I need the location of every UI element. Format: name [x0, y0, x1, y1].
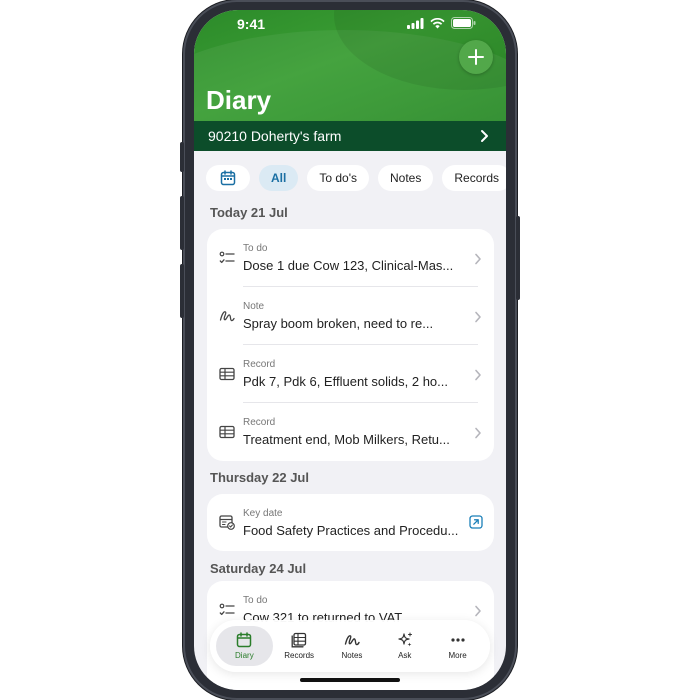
home-indicator [300, 678, 400, 682]
filter-chip-all[interactable]: All [259, 165, 299, 191]
item-title: Food Safety Practices and Procedu... [243, 523, 459, 538]
diary-item[interactable]: Record Pdk 7, Pdk 6, Effluent solids, 2 … [207, 345, 494, 403]
section-heading: Today 21 Jul [210, 205, 288, 220]
filter-chips: All To do's Notes Records [206, 165, 506, 191]
calendar-icon [220, 170, 236, 186]
tab-label: Notes [341, 651, 363, 660]
battery-icon [451, 17, 476, 29]
item-title: Pdk 7, Pdk 6, Effluent solids, 2 ho... [243, 374, 448, 389]
item-type: Key date [243, 508, 283, 519]
chevron-right-icon [475, 253, 481, 265]
section-heading: Saturday 24 Jul [210, 561, 307, 576]
plus-icon [468, 49, 484, 65]
diary-item[interactable]: Record Treatment end, Mob Milkers, Retu.… [207, 403, 494, 461]
table-icon [291, 632, 307, 648]
tab-more[interactable]: More [431, 626, 484, 666]
tab-label: More [448, 651, 467, 660]
item-type: To do [243, 243, 268, 254]
scribble-note-icon [219, 311, 235, 322]
todo-list-icon [219, 251, 235, 264]
diary-item[interactable]: To do Dose 1 due Cow 123, Clinical-Mas..… [207, 229, 494, 287]
tab-diary[interactable]: Diary [216, 626, 273, 666]
table-record-icon [219, 425, 235, 439]
chevron-right-icon [475, 311, 481, 323]
bottom-tab-bar: Diary Records Notes Ask More [210, 620, 490, 672]
filter-chip-todos[interactable]: To do's [307, 165, 369, 191]
status-icons [407, 17, 476, 29]
chevron-right-icon [481, 130, 488, 142]
chevron-right-icon [475, 427, 481, 439]
add-entry-button[interactable] [459, 40, 493, 74]
item-title: Treatment end, Mob Milkers, Retu... [243, 432, 450, 447]
item-title: Dose 1 due Cow 123, Clinical-Mas... [243, 258, 454, 273]
status-time: 9:41 [237, 16, 266, 32]
todo-list-icon [219, 603, 235, 616]
item-type: Record [243, 417, 276, 428]
tab-label: Records [284, 651, 315, 660]
sparkle-icon [398, 632, 412, 647]
filter-chip-records[interactable]: Records [442, 165, 506, 191]
action-button [180, 142, 184, 172]
cellular-signal-icon [407, 17, 424, 29]
item-type: Note [243, 301, 265, 312]
ellipsis-icon [450, 638, 465, 642]
chevron-right-icon [475, 369, 481, 381]
tab-ask[interactable]: Ask [378, 626, 431, 666]
filter-date-button[interactable] [206, 165, 250, 191]
external-link-icon[interactable] [469, 515, 483, 529]
calendar-icon [237, 632, 252, 648]
page-title: Diary [206, 85, 272, 115]
tab-label: Diary [235, 651, 254, 660]
tab-records[interactable]: Records [273, 626, 326, 666]
tab-notes[interactable]: Notes [326, 626, 379, 666]
filter-chip-notes[interactable]: Notes [378, 165, 434, 191]
scribble-icon [344, 635, 360, 646]
farm-selector[interactable]: 90210 Doherty's farm [194, 121, 506, 151]
section-heading: Thursday 22 Jul [210, 470, 309, 485]
calendar-check-icon [219, 515, 235, 530]
diary-card: To do Dose 1 due Cow 123, Clinical-Mas..… [207, 229, 494, 461]
chevron-right-icon [475, 605, 481, 617]
power-button [516, 216, 520, 300]
tab-label: Ask [398, 651, 412, 660]
farm-name: 90210 Doherty's farm [208, 128, 342, 144]
item-type: To do [243, 595, 268, 606]
item-type: Record [243, 359, 276, 370]
diary-card: Key date Food Safety Practices and Proce… [207, 494, 494, 551]
volume-up-button [180, 196, 184, 250]
app-screen: 9:41 Diary 90210 Doherty's farm All To d… [194, 10, 506, 690]
volume-down-button [180, 264, 184, 318]
diary-item[interactable]: Key date Food Safety Practices and Proce… [207, 494, 494, 551]
header: 9:41 Diary [194, 10, 506, 121]
wifi-icon [430, 17, 445, 28]
item-title: Spray boom broken, need to re... [243, 316, 434, 331]
table-record-icon [219, 367, 235, 381]
diary-item[interactable]: Note Spray boom broken, need to re... [207, 287, 494, 345]
